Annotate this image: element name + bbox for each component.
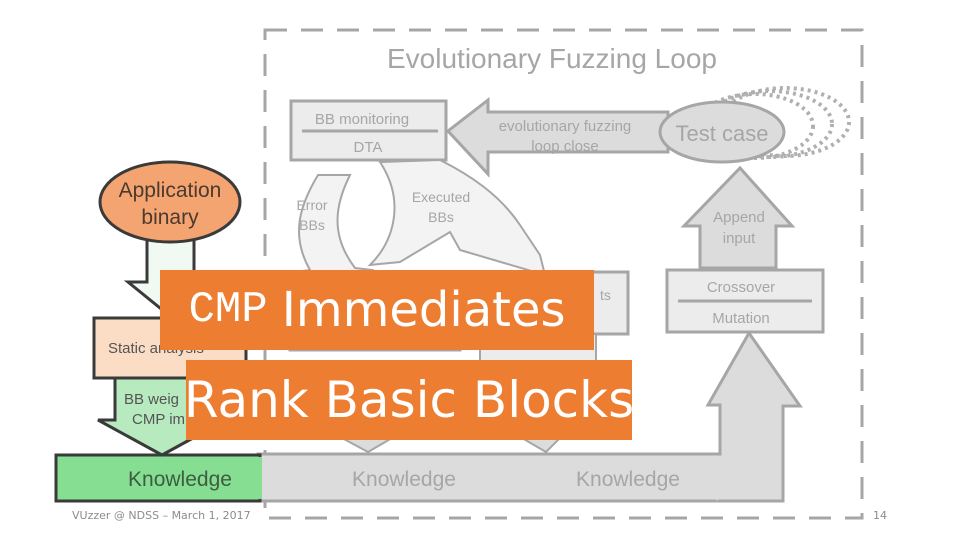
executed-bbs-label-2: BBs	[428, 209, 454, 225]
cmp-word: CMP	[188, 285, 268, 335]
slide-title: Evolutionary Fuzzing Loop	[387, 43, 717, 74]
executed-bbs-label-1: Executed	[412, 189, 470, 205]
knowledge-label-1: Knowledge	[128, 468, 232, 491]
mutation-label: Mutation	[712, 310, 770, 327]
append-input-label-2: input	[723, 230, 756, 247]
error-bbs-label-2: BBs	[299, 217, 325, 233]
crossover-label: Crossover	[707, 279, 775, 296]
loop-close-label-2: loop close	[531, 138, 599, 155]
loop-close-arrow	[445, 96, 670, 178]
error-bbs-label-1: Error	[296, 197, 327, 213]
hidden-box-label: ts	[600, 287, 611, 303]
footer-left: VUzzer @ NDSS – March 1, 2017	[72, 509, 251, 522]
application-binary-label-2: binary	[141, 206, 199, 229]
rank-basic-blocks-banner: Rank Basic Blocks	[183, 360, 635, 440]
application-binary-label-1: Application	[119, 179, 222, 202]
append-input-label-1: Append	[713, 209, 765, 226]
page-number: 14	[873, 509, 887, 522]
loop-close-label-1: evolutionary fuzzing	[499, 118, 632, 135]
knowledge-label-2: Knowledge	[352, 468, 456, 491]
rank-basic-blocks-text: Rank Basic Blocks	[183, 371, 635, 429]
test-case-label: Test case	[676, 121, 769, 146]
bb-weights-label-2: CMP im	[132, 411, 185, 428]
immediates-word: Immediates	[281, 282, 566, 338]
cmp-immediates-banner: CMP Immediates	[160, 270, 594, 350]
bb-monitoring-label: BB monitoring	[315, 111, 409, 128]
executed-bbs-arrow	[367, 158, 547, 277]
dta-label: DTA	[354, 139, 383, 156]
application-binary-node	[98, 160, 242, 244]
knowledge-label-3: Knowledge	[576, 468, 680, 491]
bb-weights-label-1: BB weig	[124, 391, 179, 408]
